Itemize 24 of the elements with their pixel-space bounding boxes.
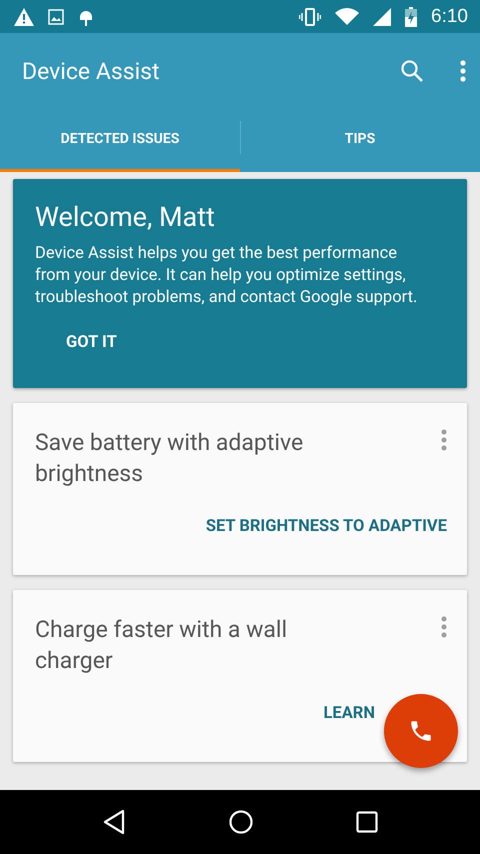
battery-icon	[405, 6, 418, 26]
more-icon[interactable]	[460, 60, 466, 82]
more-icon[interactable]	[441, 429, 447, 451]
wifi-icon	[335, 8, 360, 25]
issue-title: Save battery with adaptive brightness	[35, 428, 304, 489]
tab[interactable]: TIPS	[240, 109, 480, 172]
tab[interactable]: DETECTED ISSUES	[0, 109, 240, 172]
got-it-button[interactable]: GOT IT	[35, 325, 148, 360]
welcome-title: Welcome, Matt	[35, 201, 216, 233]
welcome-text: Device Assist helps you get the best performance from your device. It can help you optimize settings, troubleshoot problems, and contact Google support.	[35, 243, 418, 309]
recents-icon[interactable]	[356, 811, 378, 833]
issue-title: Charge faster with a wall charger	[35, 615, 288, 676]
clock-time: 6:10	[431, 6, 468, 28]
search-icon[interactable]	[400, 59, 424, 83]
home-icon[interactable]	[228, 810, 253, 834]
warning-icon	[14, 8, 34, 26]
action-button[interactable]: LEARN	[313, 698, 385, 729]
app-title: Device Assist	[22, 58, 161, 84]
signal-icon	[373, 8, 392, 26]
more-icon[interactable]	[441, 616, 447, 638]
back-icon[interactable]	[102, 809, 126, 835]
action-button[interactable]: SET BRIGHTNESS TO ADAPTIVE	[196, 511, 457, 542]
image-icon	[48, 8, 64, 24]
vibrate-icon	[299, 8, 322, 26]
